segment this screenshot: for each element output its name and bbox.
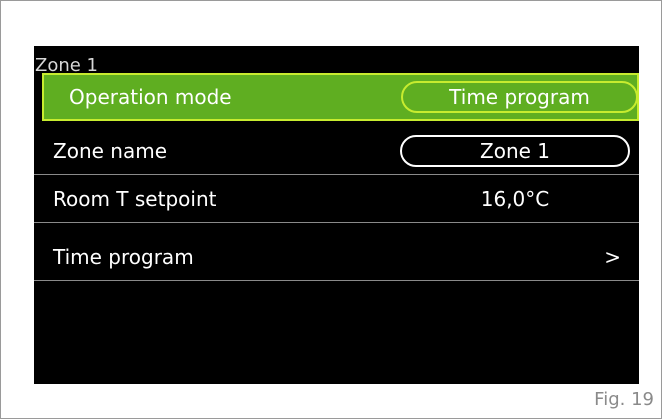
zone-name-row[interactable]: Zone name Zone 1 [34,127,639,175]
zone-name-label: Zone name [53,138,167,163]
time-program-label: Time program [53,244,194,269]
room-setpoint-row[interactable]: Room T setpoint 16,0°C [34,175,639,223]
operation-mode-label: Operation mode [69,85,232,109]
operation-mode-value-button[interactable]: Time program [401,81,638,113]
chevron-right-icon[interactable]: > [604,245,621,269]
time-program-row[interactable]: Time program > [34,233,639,281]
figure-caption: Fig. 19 [594,389,654,410]
room-setpoint-label: Room T setpoint [53,186,217,211]
room-setpoint-value: 16,0°C [480,186,550,211]
zone-name-field[interactable]: Zone 1 [400,134,630,167]
operation-mode-row[interactable]: Operation mode Time program [42,73,639,121]
device-screen: Zone 1 Operation mode Time program Zone … [34,46,639,384]
